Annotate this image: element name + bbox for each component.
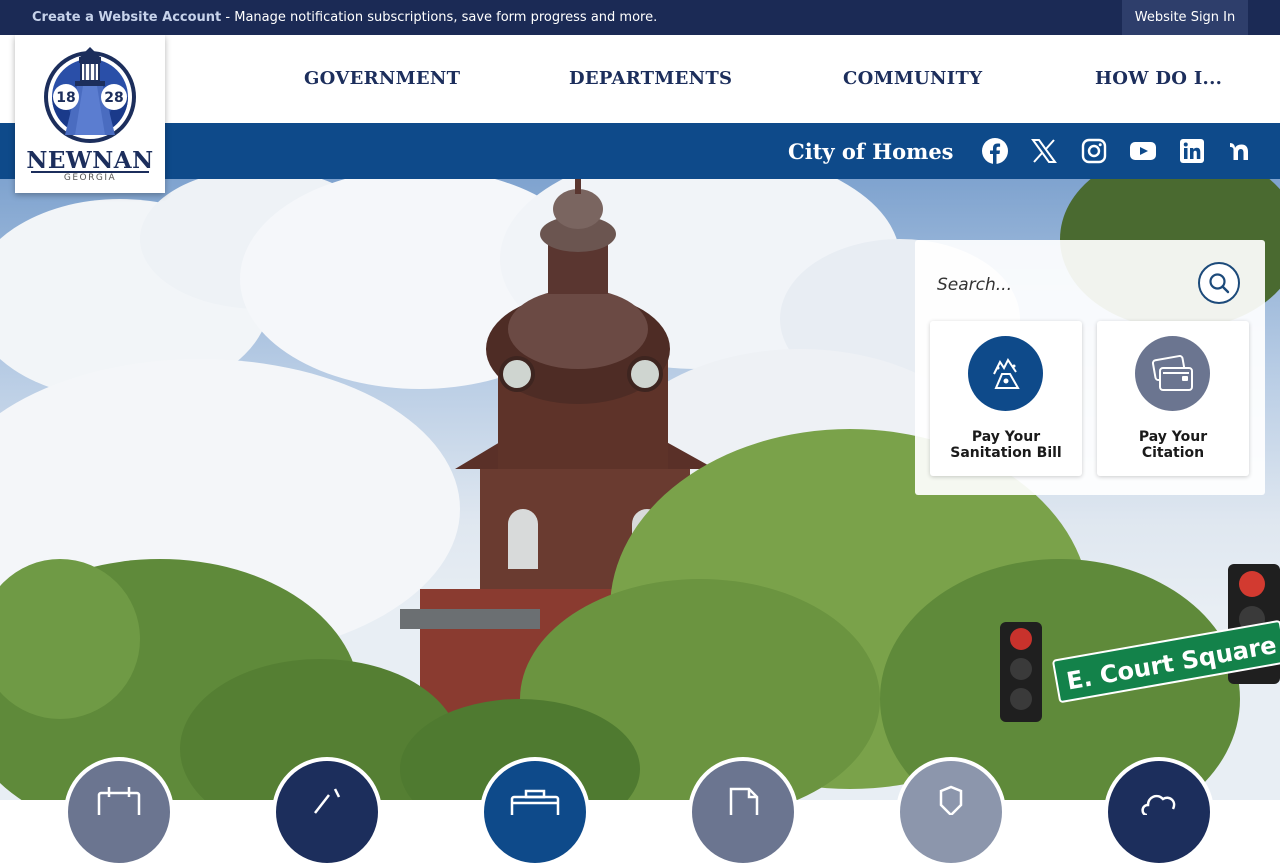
- quick-link-calendar[interactable]: [64, 757, 174, 867]
- quick-link-announcements[interactable]: [272, 757, 382, 867]
- create-account-link[interactable]: Create a Website Account: [32, 10, 221, 25]
- search-icon: [1209, 273, 1230, 294]
- facebook-icon[interactable]: [981, 137, 1009, 165]
- notification-text: - Manage notification subscriptions, sav…: [221, 10, 658, 25]
- city-logo[interactable]: 18 28 NEWNAN GEORGIA: [15, 35, 165, 193]
- calendar-icon: [97, 787, 141, 815]
- citation-tile-label: Pay Your Citation: [1097, 429, 1249, 461]
- pay-sanitation-bill-tile[interactable]: Pay Your Sanitation Bill: [930, 321, 1082, 476]
- youtube-icon[interactable]: [1129, 137, 1157, 165]
- briefcase-icon: [510, 789, 560, 815]
- website-sign-in-button[interactable]: Website Sign In: [1122, 0, 1248, 35]
- citation-label-line1: Pay Your: [1138, 429, 1208, 445]
- sanitation-tile-label: Pay Your Sanitation Bill: [930, 429, 1082, 461]
- quick-link-weather[interactable]: [1104, 757, 1214, 867]
- search-panel: Pay Your Sanitation Bill Pay Your Citati…: [915, 240, 1265, 495]
- nav-item-how-do-i[interactable]: HOW DO I...: [1095, 68, 1222, 89]
- nav-item-government[interactable]: GOVERNMENT: [304, 68, 460, 89]
- tagline-band: City of Homes: [0, 123, 1280, 179]
- logo-state: GEORGIA: [63, 173, 117, 183]
- logo-year-right: 28: [104, 90, 123, 106]
- cloud-icon: [1141, 794, 1176, 815]
- nextdoor-icon[interactable]: [1228, 137, 1256, 165]
- search-button[interactable]: [1198, 262, 1240, 304]
- x-twitter-icon[interactable]: [1030, 137, 1058, 165]
- logo-wordmark: NEWNAN: [26, 147, 154, 174]
- notification-message: Create a Website Account - Manage notifi…: [32, 10, 657, 25]
- quick-link-police[interactable]: [896, 757, 1006, 867]
- pay-citation-tile[interactable]: Pay Your Citation: [1097, 321, 1249, 476]
- notification-bar: Create a Website Account - Manage notifi…: [0, 0, 1280, 35]
- police-badge-icon: [939, 785, 963, 815]
- main-nav: GOVERNMENT DEPARTMENTS COMMUNITY HOW DO …: [0, 35, 1280, 123]
- megaphone-icon: [314, 788, 341, 814]
- search-input[interactable]: [935, 260, 1189, 310]
- citation-label-line2: Citation: [1141, 445, 1205, 461]
- nav-item-community[interactable]: COMMUNITY: [843, 68, 982, 89]
- credit-card-icon: [1135, 336, 1210, 411]
- quick-link-jobs[interactable]: [480, 757, 590, 867]
- instagram-icon[interactable]: [1080, 137, 1108, 165]
- sanitation-icon: [968, 336, 1043, 411]
- sanitation-label-line1: Pay Your: [971, 429, 1041, 445]
- logo-year-left: 18: [56, 90, 75, 106]
- logo-seal-icon: 18 28: [44, 47, 136, 143]
- document-icon: [729, 787, 759, 815]
- sanitation-label-line2: Sanitation Bill: [950, 445, 1062, 461]
- linkedin-icon[interactable]: [1178, 137, 1206, 165]
- nav-item-departments[interactable]: DEPARTMENTS: [569, 68, 732, 89]
- quick-link-documents[interactable]: [688, 757, 798, 867]
- city-tagline: City of Homes: [788, 139, 954, 164]
